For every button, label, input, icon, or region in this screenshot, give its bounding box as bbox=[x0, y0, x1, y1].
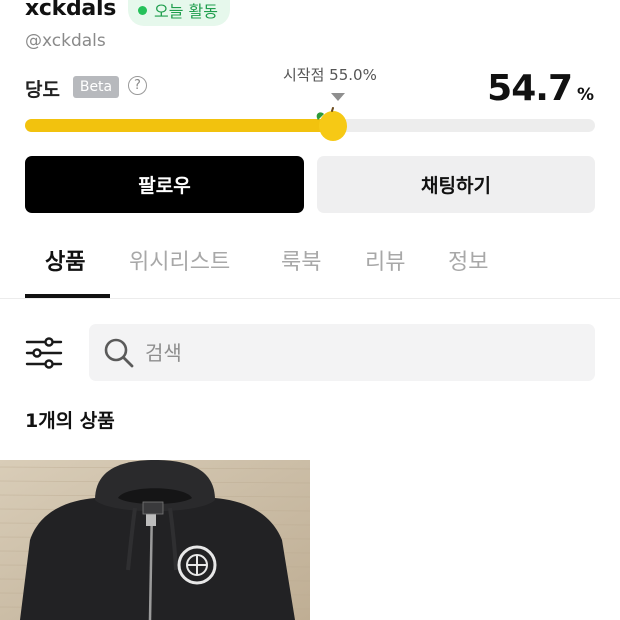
tab-info[interactable]: 정보 bbox=[448, 244, 488, 276]
search-input[interactable] bbox=[143, 339, 567, 366]
tab-reviews[interactable]: 리뷰 bbox=[365, 244, 405, 276]
tab-wishlist[interactable]: 위시리스트 bbox=[129, 244, 230, 276]
sweetness-score: 54.7 bbox=[487, 68, 573, 109]
activity-badge: 오늘 활동 bbox=[128, 0, 230, 26]
beta-badge: Beta bbox=[73, 76, 119, 98]
sweetness-score-unit: % bbox=[576, 85, 594, 105]
tab-lookbook[interactable]: 룩북 bbox=[281, 244, 321, 276]
profile-tabs: 상품 위시리스트 룩북 리뷰 정보 bbox=[0, 236, 620, 298]
sweetness-bar-fill bbox=[25, 119, 337, 132]
search-box[interactable] bbox=[89, 324, 595, 381]
tab-products[interactable]: 상품 bbox=[45, 244, 85, 276]
activity-badge-label: 오늘 활동 bbox=[154, 2, 218, 21]
sweetness-label: 당도 bbox=[25, 79, 60, 101]
follow-button[interactable]: 팔로우 bbox=[25, 156, 304, 213]
product-count: 1개의 상품 bbox=[25, 410, 115, 432]
filter-icon[interactable] bbox=[25, 337, 63, 369]
help-icon[interactable]: ? bbox=[128, 76, 147, 95]
tab-divider bbox=[0, 298, 620, 299]
product-image-hoodie[interactable] bbox=[0, 460, 310, 620]
start-point-label: 시작점 55.0% bbox=[283, 66, 377, 84]
start-point-marker-icon bbox=[331, 93, 345, 101]
chat-button[interactable]: 채팅하기 bbox=[317, 156, 595, 213]
lemon-icon bbox=[316, 107, 347, 141]
online-dot-icon bbox=[138, 5, 147, 15]
search-icon bbox=[104, 338, 134, 367]
user-handle: @xckdals bbox=[25, 31, 106, 51]
username: xckdals bbox=[25, 0, 116, 21]
